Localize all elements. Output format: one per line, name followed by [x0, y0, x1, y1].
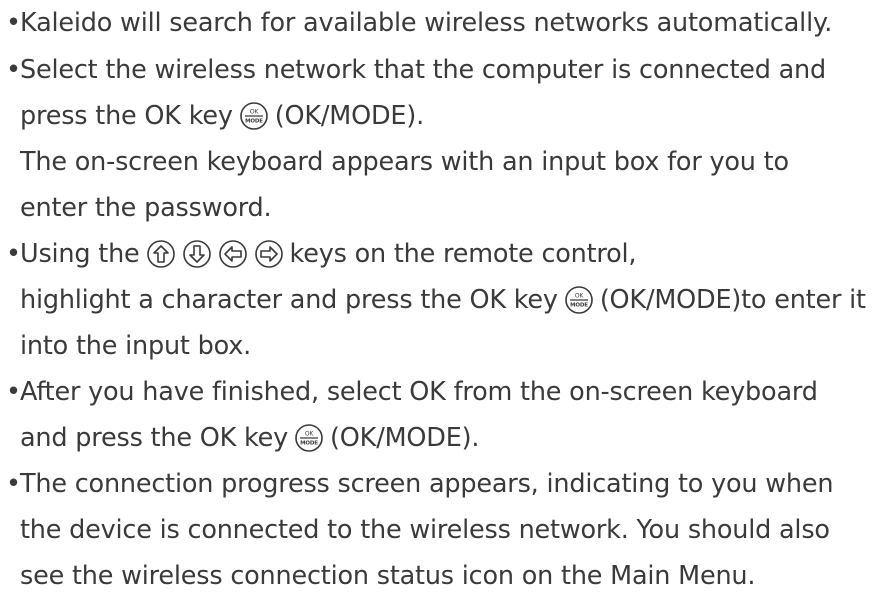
instruction-line: press the OK key OK MODE (OK/MODE).: [20, 96, 424, 136]
instruction-line: enter the password.: [20, 188, 272, 228]
list-item: • Select the wireless network that the c…: [0, 50, 826, 90]
ok-mode-button-icon: OK MODE: [564, 285, 594, 315]
instruction-line: and press the OK key OK MODE (OK/MODE).: [20, 418, 479, 458]
instruction-text: (OK/MODE)to enter it: [599, 285, 866, 315]
instruction-text: (OK/MODE).: [274, 101, 424, 131]
svg-text:OK: OK: [575, 293, 585, 300]
instruction-text: The connection progress screen appears, …: [20, 469, 834, 499]
svg-text:MODE: MODE: [300, 441, 318, 447]
list-item: • The connection progress screen appears…: [0, 464, 834, 504]
instruction-line: highlight a character and press the OK k…: [20, 280, 866, 320]
instruction-text: Select the wireless network that the com…: [20, 55, 827, 85]
bullet: •: [6, 8, 21, 38]
instruction-text: Using the: [20, 239, 140, 269]
right-arrow-icon: [254, 239, 284, 269]
instruction-text: into the input box.: [20, 331, 252, 361]
left-arrow-icon: [218, 239, 248, 269]
list-item: • Kaleido will search for available wire…: [0, 3, 832, 43]
instruction-text: After you have finished, select OK from …: [20, 377, 818, 407]
instruction-line: the device is connected to the wireless …: [20, 510, 830, 550]
bullet: •: [6, 55, 21, 85]
bullet: •: [6, 469, 21, 499]
instruction-text: Kaleido will search for available wirele…: [20, 8, 833, 38]
instruction-text: and press the OK key: [20, 423, 289, 453]
svg-text:MODE: MODE: [245, 119, 263, 125]
list-item: • Using the keys on the remote control,: [0, 234, 637, 274]
instructions-page: • Kaleido will search for available wire…: [0, 0, 885, 607]
instruction-line: into the input box.: [20, 326, 251, 366]
list-item: • After you have finished, select OK fro…: [0, 372, 818, 412]
instruction-text: enter the password.: [20, 193, 272, 223]
instruction-text: press the OK key: [20, 101, 233, 131]
down-arrow-icon: [182, 239, 212, 269]
ok-mode-button-icon: OK MODE: [239, 101, 269, 131]
ok-mode-button-icon: OK MODE: [294, 423, 324, 453]
instruction-text: highlight a character and press the OK k…: [20, 285, 558, 315]
instruction-text: (OK/MODE).: [330, 423, 480, 453]
bullet: •: [6, 239, 21, 269]
instruction-text: The on-screen keyboard appears with an i…: [20, 147, 789, 177]
bullet: •: [6, 377, 21, 407]
instruction-text: keys on the remote control,: [289, 239, 637, 269]
instruction-line: see the wireless connection status icon …: [20, 556, 755, 596]
up-arrow-icon: [146, 239, 176, 269]
svg-text:OK: OK: [250, 109, 260, 116]
svg-text:OK: OK: [305, 431, 315, 438]
instruction-line: The on-screen keyboard appears with an i…: [20, 142, 789, 182]
instruction-text: see the wireless connection status icon …: [20, 561, 756, 591]
instruction-text: the device is connected to the wireless …: [20, 515, 830, 545]
svg-text:MODE: MODE: [570, 303, 588, 309]
